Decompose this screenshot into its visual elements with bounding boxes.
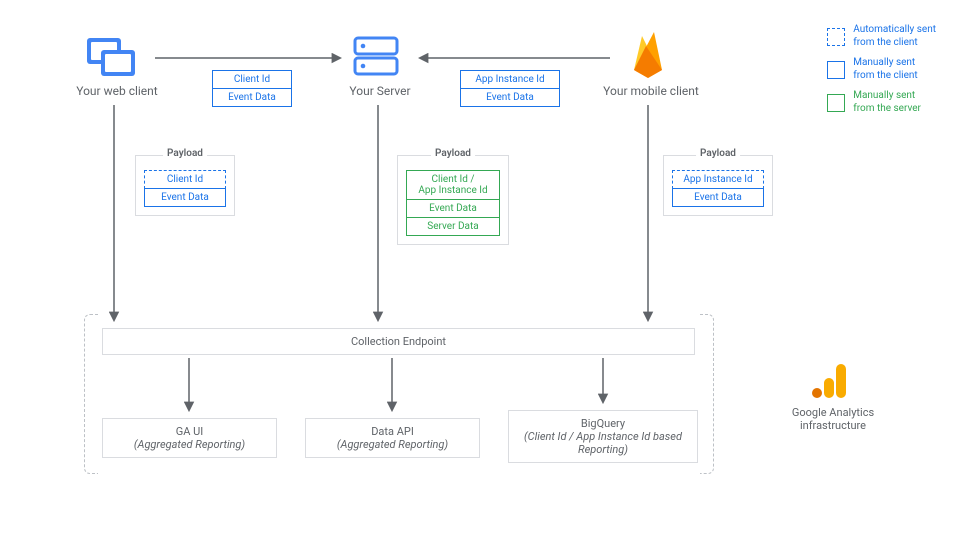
- legend: Automatically sent from the client Manua…: [827, 24, 936, 123]
- server-label: Your Server: [340, 84, 420, 98]
- payload-web-1: Event Data: [144, 188, 226, 207]
- legend-auto-text: Automatically sent from the client: [853, 24, 936, 49]
- chip-client-id: Client Id: [212, 70, 292, 89]
- chip-event-data: Event Data: [212, 88, 292, 107]
- legend-manuals-text: Manually sent from the server: [853, 90, 921, 115]
- sink-api: Data API (Aggregated Reporting): [305, 418, 480, 458]
- web-client-icon: [85, 36, 139, 83]
- payload-server: Payload Client Id / App Instance Id Even…: [397, 155, 509, 245]
- payload-server-2: Server Data: [406, 217, 500, 236]
- chips-web-to-server: Client Id Event Data: [212, 70, 292, 107]
- payload-mobile: Payload App Instance Id Event Data: [663, 155, 773, 216]
- bracket-left: [84, 314, 98, 474]
- sink-api-title: Data API: [314, 425, 471, 438]
- infra-label: Google Analytics infrastructure: [778, 406, 888, 432]
- payload-server-0: Client Id / App Instance Id: [406, 170, 500, 200]
- legend-manual-client: Manually sent from the client: [827, 57, 936, 82]
- collection-endpoint: Collection Endpoint: [102, 328, 695, 355]
- mobile-client-label: Your mobile client: [596, 84, 706, 98]
- collection-endpoint-text: Collection Endpoint: [351, 335, 446, 348]
- swatch-solid-blue-icon: [827, 61, 845, 79]
- payload-mobile-0: App Instance Id: [672, 170, 764, 189]
- sink-api-sub: (Aggregated Reporting): [314, 438, 471, 451]
- legend-manual-server: Manually sent from the server: [827, 90, 936, 115]
- sink-bq-sub: (Client Id / App Instance Id based Repor…: [517, 430, 689, 456]
- legend-manualc-text: Manually sent from the client: [853, 57, 917, 82]
- swatch-solid-green-icon: [827, 94, 845, 112]
- swatch-dashed-icon: [827, 28, 845, 46]
- legend-auto: Automatically sent from the client: [827, 24, 936, 49]
- server-icon: [353, 36, 399, 79]
- analytics-icon: [808, 360, 850, 405]
- payload-web: Payload Client Id Event Data: [135, 155, 235, 216]
- payload-mobile-1: Event Data: [672, 188, 764, 207]
- web-client-label: Your web client: [72, 84, 162, 98]
- chip-event-data-2: Event Data: [460, 88, 560, 107]
- payload-server-1: Event Data: [406, 199, 500, 218]
- sink-ga: GA UI (Aggregated Reporting): [102, 418, 277, 458]
- sink-ga-sub: (Aggregated Reporting): [111, 438, 268, 451]
- chips-mobile-to-server: App Instance Id Event Data: [460, 70, 560, 107]
- chip-app-instance-id: App Instance Id: [460, 70, 560, 89]
- payload-tag-2: Payload: [431, 148, 475, 159]
- sink-bq: BigQuery (Client Id / App Instance Id ba…: [508, 410, 698, 463]
- sink-bq-title: BigQuery: [517, 417, 689, 430]
- payload-tag: Payload: [163, 148, 207, 159]
- sink-ga-title: GA UI: [111, 425, 268, 438]
- bracket-right: [700, 314, 714, 474]
- firebase-icon: [628, 30, 668, 85]
- payload-web-0: Client Id: [144, 170, 226, 189]
- payload-tag-3: Payload: [696, 148, 740, 159]
